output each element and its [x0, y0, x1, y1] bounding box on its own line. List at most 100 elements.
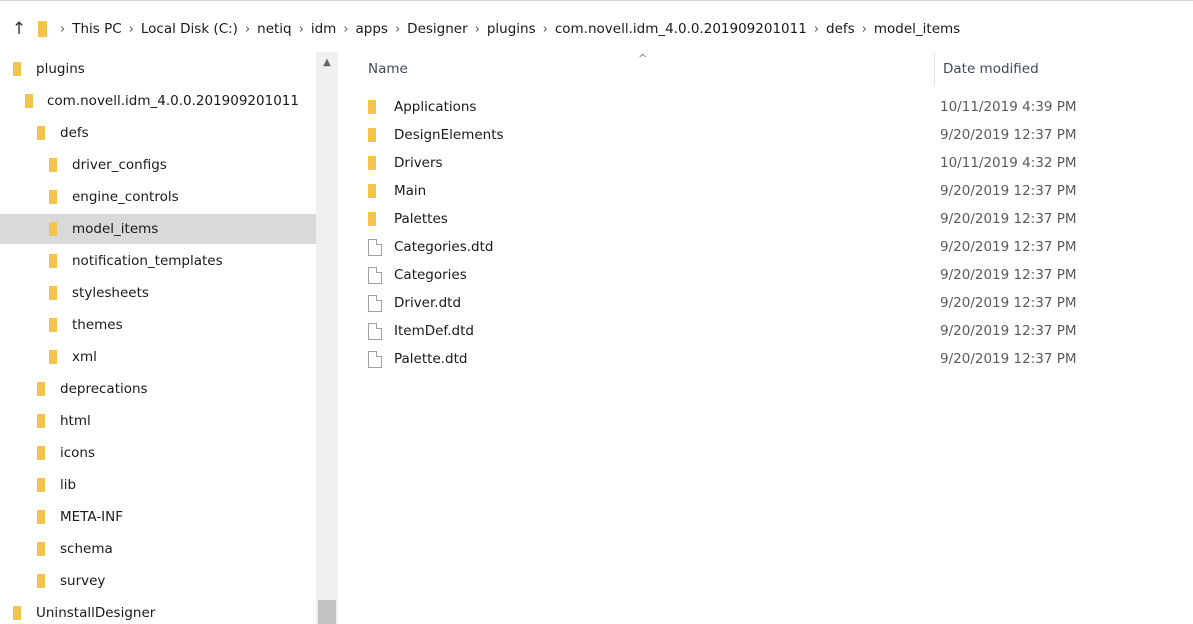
chevron-right-icon[interactable]: ›	[122, 22, 141, 37]
folder-icon	[368, 184, 376, 198]
nav-item-survey[interactable]: survey	[0, 566, 316, 596]
file-name: Categories	[394, 267, 467, 283]
nav-item-label: themes	[72, 317, 123, 333]
folder-icon	[49, 286, 57, 300]
nav-item-defs[interactable]: defs	[0, 118, 316, 148]
nav-item-label: defs	[60, 125, 89, 141]
breadcrumb-apps[interactable]: apps	[356, 21, 388, 37]
folder-icon	[368, 128, 376, 142]
nav-item-stylesheets[interactable]: stylesheets	[0, 278, 316, 308]
breadcrumb-this-pc[interactable]: This PC	[72, 21, 121, 37]
nav-item-label: xml	[72, 349, 97, 365]
list-item[interactable]: Main 9/20/2019 12:37 PM	[368, 177, 1188, 205]
file-name: Categories.dtd	[394, 239, 494, 255]
breadcrumb-idm[interactable]: idm	[311, 21, 336, 37]
file-name: Driver.dtd	[394, 295, 462, 311]
address-bar[interactable]: ↑ › This PC › Local Disk (C:) › netiq › …	[0, 14, 1193, 44]
file-list-pane: ^ Name Date modified Applications 10/11/2…	[338, 52, 1193, 624]
nav-item-engine-controls[interactable]: engine_controls	[0, 182, 316, 212]
chevron-right-icon[interactable]: ›	[536, 22, 555, 37]
folder-icon	[37, 510, 45, 524]
file-date: 9/20/2019 12:37 PM	[940, 267, 1077, 283]
list-item[interactable]: Applications 10/11/2019 4:39 PM	[368, 93, 1188, 121]
folder-icon	[37, 382, 45, 396]
file-name: Applications	[394, 99, 477, 115]
breadcrumb[interactable]: › This PC › Local Disk (C:) › netiq › id…	[38, 14, 960, 44]
file-date: 9/20/2019 12:37 PM	[940, 127, 1077, 143]
list-item[interactable]: Palette.dtd 9/20/2019 12:37 PM	[368, 345, 1188, 373]
column-header-date-modified[interactable]: Date modified	[934, 52, 1193, 86]
nav-item-label: engine_controls	[72, 189, 179, 205]
folder-icon	[37, 574, 45, 588]
nav-item-driver-configs[interactable]: driver_configs	[0, 150, 316, 180]
breadcrumb-model-items[interactable]: model_items	[874, 21, 960, 37]
file-icon	[368, 294, 382, 312]
chevron-right-icon[interactable]: ›	[292, 22, 311, 37]
breadcrumb-plugins[interactable]: plugins	[487, 21, 536, 37]
chevron-right-icon[interactable]: ›	[468, 22, 487, 37]
list-item[interactable]: ItemDef.dtd 9/20/2019 12:37 PM	[368, 317, 1188, 345]
nav-item-label: html	[60, 413, 91, 429]
nav-scrollbar[interactable]: ▲	[316, 52, 338, 624]
nav-item-label: schema	[60, 541, 113, 557]
file-icon	[368, 322, 382, 340]
list-item[interactable]: Categories 9/20/2019 12:37 PM	[368, 261, 1188, 289]
list-item[interactable]: Categories.dtd 9/20/2019 12:37 PM	[368, 233, 1188, 261]
nav-item-label: stylesheets	[72, 285, 149, 301]
folder-icon	[25, 94, 33, 108]
breadcrumb-local-disk[interactable]: Local Disk (C:)	[141, 21, 238, 37]
list-item[interactable]: Drivers 10/11/2019 4:32 PM	[368, 149, 1188, 177]
nav-item-com-novell[interactable]: com.novell.idm_4.0.0.201909201011	[0, 86, 316, 116]
up-arrow-icon[interactable]: ↑	[0, 14, 38, 44]
list-item[interactable]: Driver.dtd 9/20/2019 12:37 PM	[368, 289, 1188, 317]
nav-item-schema[interactable]: schema	[0, 534, 316, 564]
chevron-right-icon[interactable]: ›	[53, 22, 72, 37]
folder-icon	[49, 222, 57, 236]
nav-item-notification-templates[interactable]: notification_templates	[0, 246, 316, 276]
file-name: Main	[394, 183, 427, 199]
file-date: 9/20/2019 12:37 PM	[940, 183, 1077, 199]
list-item[interactable]: Palettes 9/20/2019 12:37 PM	[368, 205, 1188, 233]
file-date: 9/20/2019 12:37 PM	[940, 295, 1077, 311]
chevron-right-icon[interactable]: ›	[336, 22, 355, 37]
nav-item-themes[interactable]: themes	[0, 310, 316, 340]
file-name: DesignElements	[394, 127, 504, 143]
list-item[interactable]: DesignElements 9/20/2019 12:37 PM	[368, 121, 1188, 149]
nav-item-deprecations[interactable]: deprecations	[0, 374, 316, 404]
nav-item-html[interactable]: html	[0, 406, 316, 436]
scroll-up-arrow-icon[interactable]: ▲	[316, 52, 338, 72]
folder-icon	[49, 254, 57, 268]
file-icon	[368, 238, 382, 256]
breadcrumb-defs[interactable]: defs	[826, 21, 855, 37]
breadcrumb-designer[interactable]: Designer	[407, 21, 467, 37]
nav-item-label: model_items	[72, 221, 159, 237]
nav-item-label: plugins	[36, 61, 85, 77]
nav-item-label: lib	[60, 477, 77, 493]
chevron-right-icon[interactable]: ›	[807, 22, 826, 37]
file-icon	[368, 350, 382, 368]
folder-icon	[368, 156, 376, 170]
chevron-right-icon[interactable]: ›	[238, 22, 257, 37]
nav-item-meta-inf[interactable]: META-INF	[0, 502, 316, 532]
chevron-right-icon[interactable]: ›	[388, 22, 407, 37]
nav-item-icons[interactable]: icons	[0, 438, 316, 468]
breadcrumb-netiq[interactable]: netiq	[257, 21, 291, 37]
column-header-name[interactable]: Name	[368, 52, 958, 86]
chevron-right-icon[interactable]: ›	[855, 22, 874, 37]
folder-icon	[38, 21, 47, 37]
folder-icon	[368, 100, 376, 114]
file-date: 10/11/2019 4:39 PM	[940, 99, 1077, 115]
folder-icon	[37, 446, 45, 460]
nav-item-xml[interactable]: xml	[0, 342, 316, 372]
nav-item-plugins[interactable]: plugins	[0, 54, 316, 84]
folder-icon	[37, 478, 45, 492]
nav-item-label: UninstallDesigner	[36, 605, 156, 621]
breadcrumb-com-novell[interactable]: com.novell.idm_4.0.0.201909201011	[555, 21, 807, 37]
scroll-thumb[interactable]	[318, 600, 336, 624]
file-date: 10/11/2019 4:32 PM	[940, 155, 1077, 171]
nav-item-model-items[interactable]: model_items	[0, 214, 316, 244]
nav-item-uninstall-designer[interactable]: UninstallDesigner	[0, 598, 316, 624]
file-date: 9/20/2019 12:37 PM	[940, 211, 1077, 227]
nav-item-lib[interactable]: lib	[0, 470, 316, 500]
navigation-pane: plugins com.novell.idm_4.0.0.20190920101…	[0, 52, 338, 624]
